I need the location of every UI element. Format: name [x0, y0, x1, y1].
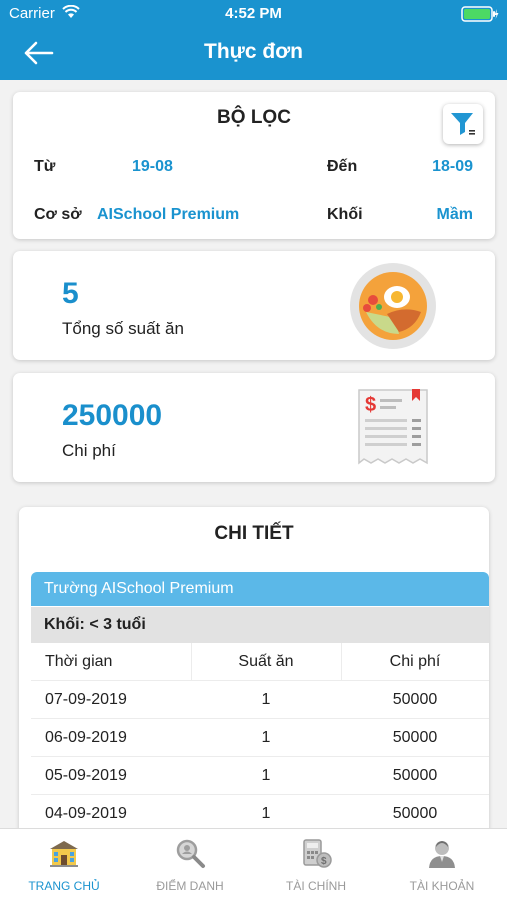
nav-bar: Thực đơn: [0, 28, 507, 80]
receipt-icon: $: [358, 389, 428, 465]
meals-label: Tổng số suất ăn: [62, 319, 184, 338]
row-cost: 50000: [392, 767, 438, 784]
meals-count: 5: [62, 277, 79, 310]
table-row: 06-09-2019 1 50000: [31, 719, 489, 757]
tab-finance-label: TÀI CHÍNH: [286, 879, 346, 893]
row-date: 06-09-2019: [45, 729, 127, 746]
calculator-icon: $: [303, 839, 332, 868]
meals-summary-card: 5 Tổng số suất ăn: [13, 251, 495, 360]
to-date-value[interactable]: 18-09: [432, 158, 473, 176]
status-bar: Carrier 4:52 PM: [0, 0, 507, 28]
tab-account-label: TÀI KHOẢN: [409, 879, 475, 893]
row-date: 05-09-2019: [45, 767, 127, 784]
row-meals: 1: [261, 729, 271, 746]
header-bar: Carrier 4:52 PM Thực đơn: [0, 0, 507, 80]
column-header-meals: Suất ăn: [238, 653, 294, 670]
detail-title: CHI TIẾT: [214, 523, 294, 544]
table-row: 07-09-2019 1 50000: [31, 681, 489, 719]
cost-amount: 250000: [62, 399, 163, 432]
food-plate-icon: [350, 263, 436, 349]
grade-value[interactable]: Mầm: [437, 206, 473, 224]
from-date-value[interactable]: 19-08: [132, 158, 173, 176]
from-label: Từ: [34, 158, 56, 175]
row-meals: 1: [261, 691, 271, 708]
row-meals: 1: [261, 767, 271, 784]
column-header-cost: Chi phí: [389, 653, 441, 670]
school-header: Trường AISchool Premium: [31, 572, 489, 606]
magnifier-icon: [176, 839, 205, 868]
to-label: Đến: [327, 158, 358, 175]
row-date: 07-09-2019: [45, 691, 127, 708]
tab-home-label: TRANG CHỦ: [28, 879, 100, 893]
status-time: 4:52 PM: [225, 5, 282, 22]
row-cost: 50000: [392, 805, 438, 822]
svg-text:$: $: [365, 394, 376, 416]
grade-group-row: Khối: < 3 tuổi: [31, 607, 489, 643]
filter-button[interactable]: [443, 104, 483, 144]
page-title: Thực đơn: [204, 40, 303, 63]
tab-home[interactable]: TRANG CHỦ: [1, 829, 127, 900]
row-date: 04-09-2019: [45, 805, 127, 822]
tab-attendance[interactable]: ĐIỂM DANH: [127, 829, 253, 900]
grade-label: Khối: [327, 206, 363, 223]
detail-table: Thời gian Suất ăn Chi phí 07-09-2019 1 5…: [31, 643, 489, 833]
tab-finance[interactable]: $ TÀI CHÍNH: [253, 829, 379, 900]
row-meals: 1: [261, 805, 271, 822]
filter-icon: [451, 113, 475, 135]
cost-label: Chi phí: [62, 441, 116, 460]
tab-bar: TRANG CHỦ ĐIỂM DANH $ TÀI CHÍNH TÀI KHOẢ…: [0, 828, 507, 900]
filter-title: BỘ LỌC: [217, 107, 291, 128]
campus-label: Cơ sở: [34, 206, 82, 223]
row-cost: 50000: [392, 691, 438, 708]
table-header-row: Thời gian Suất ăn Chi phí: [31, 643, 489, 681]
school-icon: [50, 841, 78, 867]
battery-icon: [461, 6, 499, 22]
svg-text:$: $: [321, 856, 327, 867]
column-header-time: Thời gian: [45, 653, 113, 670]
row-cost: 50000: [392, 729, 438, 746]
tab-account[interactable]: TÀI KHOẢN: [379, 829, 505, 900]
tab-attendance-label: ĐIỂM DANH: [156, 879, 224, 893]
table-row: 05-09-2019 1 50000: [31, 757, 489, 795]
cost-summary-card: 250000 Chi phí $: [13, 373, 495, 482]
campus-value[interactable]: AISchool Premium: [97, 206, 239, 224]
user-icon: [429, 841, 455, 868]
filter-card: BỘ LỌC Từ 19-08 Đến 18-09 Cơ sở AISchool…: [13, 92, 495, 239]
